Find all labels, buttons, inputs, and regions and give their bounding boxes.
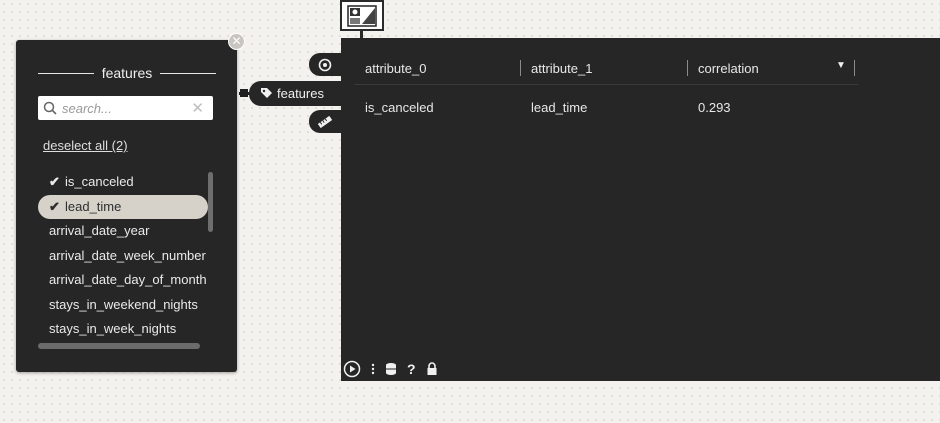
table-cell: 0.293 [698,100,731,115]
features-tab-label: features [277,86,324,101]
node-thumbnail[interactable] [340,0,384,31]
list-item[interactable]: ✔ lead_time [38,194,208,219]
table-header: attribute_0 attribute_1 correlation ▼ [354,58,858,85]
search-input[interactable] [62,100,182,116]
play-button[interactable] [343,360,361,378]
list-item-label: lead_time [65,198,122,214]
column-header[interactable]: attribute_1 [531,58,592,84]
lock-icon [427,362,437,375]
column-divider[interactable] [520,60,521,76]
features-tab[interactable]: features [249,81,341,106]
table-cell: lead_time [531,100,588,115]
checkmark-icon: ✔ [49,174,60,189]
clear-search-icon[interactable]: ✕ [191,99,204,117]
list-item[interactable]: stays_in_weekend_nights [38,293,208,318]
tag-icon [255,87,277,100]
list-item[interactable]: arrival_date_week_number [38,244,208,269]
list-item[interactable]: ✔ is_canceled [38,170,208,195]
features-panel: features ✕ deselect all (2) ✔ is_canceled… [16,40,237,372]
vertical-scrollbar[interactable] [208,172,213,232]
search-box: ✕ [38,96,213,120]
list-item-label: arrival_date_day_of_month [49,272,207,287]
column-divider[interactable] [687,60,688,76]
list-item-label: stays_in_week_nights [49,321,177,336]
list-item-label: stays_in_weekend_nights [49,296,198,312]
panel-header: features [38,64,216,82]
lock-button[interactable] [426,362,438,376]
help-button[interactable]: ? [407,361,416,377]
feature-list: ✔ is_canceled ✔ lead_time arrival_date_yea… [38,170,208,342]
column-header[interactable]: correlation [698,58,759,84]
ruler-icon [317,115,333,128]
search-icon [38,101,62,115]
list-item-label: arrival_date_week_number [49,247,206,263]
image-icon [347,4,377,27]
list-item[interactable]: stays_in_week_nights [38,317,208,342]
ruler-button[interactable] [309,110,341,133]
node-footer: ? [343,358,448,380]
list-item[interactable]: arrival_date_day_of_month [38,268,208,293]
deselect-all-link[interactable]: deselect all (2) [43,138,128,153]
target-button[interactable] [309,53,341,76]
target-icon [318,58,332,71]
input-port[interactable] [240,89,248,97]
more-options-button[interactable] [371,362,375,376]
sort-caret-icon[interactable]: ▼ [836,60,846,71]
checkmark-icon: ✔ [49,198,60,214]
table-cell: is_canceled [365,100,434,115]
database-button[interactable] [385,362,397,376]
panel-title: features [101,65,153,81]
play-icon [343,360,361,378]
close-icon: ✕ [231,34,242,48]
divider [160,72,216,74]
horizontal-scrollbar[interactable] [38,343,200,349]
list-item[interactable]: arrival_date_year [38,219,208,244]
column-divider[interactable] [854,60,855,76]
list-item-label: is_canceled [65,174,134,189]
question-mark-icon: ? [407,361,416,377]
database-icon [386,363,396,375]
correlation-node: attribute_0 attribute_1 correlation ▼ is… [341,38,940,381]
column-header[interactable]: attribute_0 [365,58,426,84]
divider [38,72,94,74]
close-panel-button[interactable]: ✕ [228,33,245,50]
vertical-dots-icon [371,363,375,375]
list-item-label: arrival_date_year [49,223,150,238]
